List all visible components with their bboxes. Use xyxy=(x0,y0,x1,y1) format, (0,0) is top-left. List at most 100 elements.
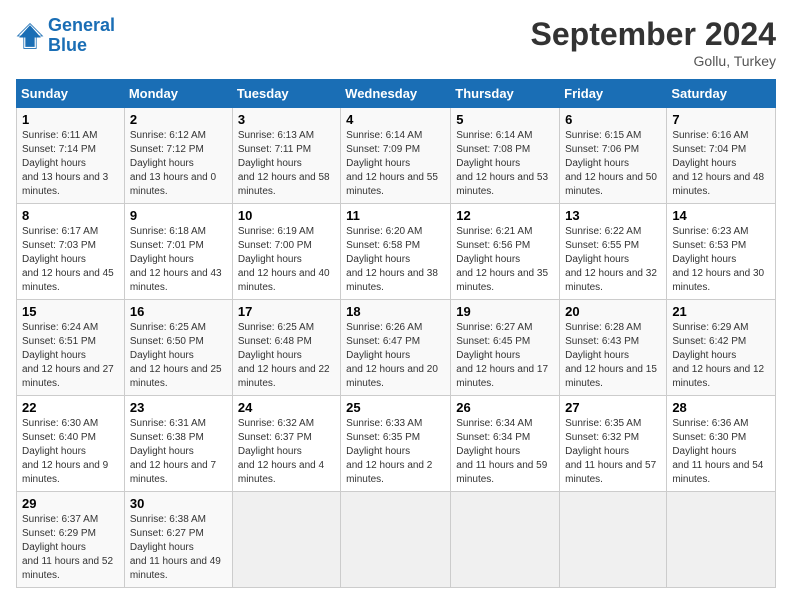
day-info: Sunrise: 6:31 AM Sunset: 6:38 PM Dayligh… xyxy=(130,417,227,487)
day-number: 2 xyxy=(130,112,227,127)
calendar-cell: 3 Sunrise: 6:13 AM Sunset: 7:11 PM Dayli… xyxy=(232,108,340,204)
day-number: 15 xyxy=(22,304,119,319)
day-number: 5 xyxy=(456,112,554,127)
calendar-cell: 16 Sunrise: 6:25 AM Sunset: 6:50 PM Dayl… xyxy=(124,300,232,396)
calendar-cell: 1 Sunrise: 6:11 AM Sunset: 7:14 PM Dayli… xyxy=(17,108,125,204)
day-number: 18 xyxy=(346,304,445,319)
day-info: Sunrise: 6:25 AM Sunset: 6:48 PM Dayligh… xyxy=(238,321,335,391)
calendar-cell: 28 Sunrise: 6:36 AM Sunset: 6:30 PM Dayl… xyxy=(667,396,776,492)
title-block: September 2024 Gollu, Turkey xyxy=(531,16,776,69)
day-number: 24 xyxy=(238,400,335,415)
day-info: Sunrise: 6:21 AM Sunset: 6:56 PM Dayligh… xyxy=(456,225,554,295)
month-title: September 2024 xyxy=(531,16,776,53)
day-info: Sunrise: 6:11 AM Sunset: 7:14 PM Dayligh… xyxy=(22,129,119,199)
day-number: 25 xyxy=(346,400,445,415)
calendar-cell: 21 Sunrise: 6:29 AM Sunset: 6:42 PM Dayl… xyxy=(667,300,776,396)
day-info: Sunrise: 6:30 AM Sunset: 6:40 PM Dayligh… xyxy=(22,417,119,487)
calendar-cell xyxy=(560,492,667,588)
calendar-cell: 2 Sunrise: 6:12 AM Sunset: 7:12 PM Dayli… xyxy=(124,108,232,204)
calendar-cell: 27 Sunrise: 6:35 AM Sunset: 6:32 PM Dayl… xyxy=(560,396,667,492)
calendar-header-row: Sunday Monday Tuesday Wednesday Thursday… xyxy=(17,80,776,108)
day-number: 10 xyxy=(238,208,335,223)
calendar-table: Sunday Monday Tuesday Wednesday Thursday… xyxy=(16,79,776,588)
day-info: Sunrise: 6:36 AM Sunset: 6:30 PM Dayligh… xyxy=(672,417,770,487)
day-number: 16 xyxy=(130,304,227,319)
calendar-cell: 15 Sunrise: 6:24 AM Sunset: 6:51 PM Dayl… xyxy=(17,300,125,396)
day-info: Sunrise: 6:18 AM Sunset: 7:01 PM Dayligh… xyxy=(130,225,227,295)
day-number: 29 xyxy=(22,496,119,511)
day-info: Sunrise: 6:12 AM Sunset: 7:12 PM Dayligh… xyxy=(130,129,227,199)
calendar-cell: 10 Sunrise: 6:19 AM Sunset: 7:00 PM Dayl… xyxy=(232,204,340,300)
day-number: 4 xyxy=(346,112,445,127)
day-info: Sunrise: 6:23 AM Sunset: 6:53 PM Dayligh… xyxy=(672,225,770,295)
day-info: Sunrise: 6:19 AM Sunset: 7:00 PM Dayligh… xyxy=(238,225,335,295)
calendar-week-row: 22 Sunrise: 6:30 AM Sunset: 6:40 PM Dayl… xyxy=(17,396,776,492)
day-info: Sunrise: 6:24 AM Sunset: 6:51 PM Dayligh… xyxy=(22,321,119,391)
day-number: 21 xyxy=(672,304,770,319)
day-info: Sunrise: 6:14 AM Sunset: 7:09 PM Dayligh… xyxy=(346,129,445,199)
calendar-cell: 30 Sunrise: 6:38 AM Sunset: 6:27 PM Dayl… xyxy=(124,492,232,588)
day-number: 3 xyxy=(238,112,335,127)
calendar-cell: 24 Sunrise: 6:32 AM Sunset: 6:37 PM Dayl… xyxy=(232,396,340,492)
day-info: Sunrise: 6:22 AM Sunset: 6:55 PM Dayligh… xyxy=(565,225,661,295)
calendar-cell: 22 Sunrise: 6:30 AM Sunset: 6:40 PM Dayl… xyxy=(17,396,125,492)
day-info: Sunrise: 6:20 AM Sunset: 6:58 PM Dayligh… xyxy=(346,225,445,295)
day-number: 26 xyxy=(456,400,554,415)
calendar-cell: 5 Sunrise: 6:14 AM Sunset: 7:08 PM Dayli… xyxy=(451,108,560,204)
day-number: 17 xyxy=(238,304,335,319)
col-friday: Friday xyxy=(560,80,667,108)
day-number: 13 xyxy=(565,208,661,223)
day-number: 30 xyxy=(130,496,227,511)
day-info: Sunrise: 6:27 AM Sunset: 6:45 PM Dayligh… xyxy=(456,321,554,391)
day-number: 7 xyxy=(672,112,770,127)
logo-icon xyxy=(16,22,44,50)
col-tuesday: Tuesday xyxy=(232,80,340,108)
calendar-cell: 12 Sunrise: 6:21 AM Sunset: 6:56 PM Dayl… xyxy=(451,204,560,300)
col-thursday: Thursday xyxy=(451,80,560,108)
day-info: Sunrise: 6:15 AM Sunset: 7:06 PM Dayligh… xyxy=(565,129,661,199)
calendar-week-row: 1 Sunrise: 6:11 AM Sunset: 7:14 PM Dayli… xyxy=(17,108,776,204)
day-info: Sunrise: 6:29 AM Sunset: 6:42 PM Dayligh… xyxy=(672,321,770,391)
day-info: Sunrise: 6:38 AM Sunset: 6:27 PM Dayligh… xyxy=(130,513,227,583)
day-info: Sunrise: 6:28 AM Sunset: 6:43 PM Dayligh… xyxy=(565,321,661,391)
day-info: Sunrise: 6:14 AM Sunset: 7:08 PM Dayligh… xyxy=(456,129,554,199)
calendar-cell xyxy=(667,492,776,588)
col-wednesday: Wednesday xyxy=(341,80,451,108)
day-number: 6 xyxy=(565,112,661,127)
calendar-cell xyxy=(451,492,560,588)
day-info: Sunrise: 6:34 AM Sunset: 6:34 PM Dayligh… xyxy=(456,417,554,487)
calendar-cell: 13 Sunrise: 6:22 AM Sunset: 6:55 PM Dayl… xyxy=(560,204,667,300)
col-saturday: Saturday xyxy=(667,80,776,108)
col-sunday: Sunday xyxy=(17,80,125,108)
day-number: 28 xyxy=(672,400,770,415)
day-info: Sunrise: 6:25 AM Sunset: 6:50 PM Dayligh… xyxy=(130,321,227,391)
day-info: Sunrise: 6:37 AM Sunset: 6:29 PM Dayligh… xyxy=(22,513,119,583)
day-number: 11 xyxy=(346,208,445,223)
calendar-cell: 4 Sunrise: 6:14 AM Sunset: 7:09 PM Dayli… xyxy=(341,108,451,204)
page-header: General Blue September 2024 Gollu, Turke… xyxy=(16,16,776,69)
calendar-cell: 20 Sunrise: 6:28 AM Sunset: 6:43 PM Dayl… xyxy=(560,300,667,396)
day-number: 20 xyxy=(565,304,661,319)
day-number: 1 xyxy=(22,112,119,127)
day-info: Sunrise: 6:32 AM Sunset: 6:37 PM Dayligh… xyxy=(238,417,335,487)
calendar-cell: 26 Sunrise: 6:34 AM Sunset: 6:34 PM Dayl… xyxy=(451,396,560,492)
calendar-cell: 8 Sunrise: 6:17 AM Sunset: 7:03 PM Dayli… xyxy=(17,204,125,300)
calendar-cell: 9 Sunrise: 6:18 AM Sunset: 7:01 PM Dayli… xyxy=(124,204,232,300)
day-info: Sunrise: 6:17 AM Sunset: 7:03 PM Dayligh… xyxy=(22,225,119,295)
calendar-cell: 18 Sunrise: 6:26 AM Sunset: 6:47 PM Dayl… xyxy=(341,300,451,396)
day-info: Sunrise: 6:33 AM Sunset: 6:35 PM Dayligh… xyxy=(346,417,445,487)
day-number: 27 xyxy=(565,400,661,415)
calendar-cell: 7 Sunrise: 6:16 AM Sunset: 7:04 PM Dayli… xyxy=(667,108,776,204)
day-info: Sunrise: 6:26 AM Sunset: 6:47 PM Dayligh… xyxy=(346,321,445,391)
day-number: 9 xyxy=(130,208,227,223)
calendar-cell: 11 Sunrise: 6:20 AM Sunset: 6:58 PM Dayl… xyxy=(341,204,451,300)
logo: General Blue xyxy=(16,16,115,56)
day-number: 22 xyxy=(22,400,119,415)
calendar-cell xyxy=(232,492,340,588)
day-info: Sunrise: 6:35 AM Sunset: 6:32 PM Dayligh… xyxy=(565,417,661,487)
calendar-cell: 23 Sunrise: 6:31 AM Sunset: 6:38 PM Dayl… xyxy=(124,396,232,492)
col-monday: Monday xyxy=(124,80,232,108)
calendar-week-row: 15 Sunrise: 6:24 AM Sunset: 6:51 PM Dayl… xyxy=(17,300,776,396)
calendar-cell: 17 Sunrise: 6:25 AM Sunset: 6:48 PM Dayl… xyxy=(232,300,340,396)
calendar-cell: 29 Sunrise: 6:37 AM Sunset: 6:29 PM Dayl… xyxy=(17,492,125,588)
